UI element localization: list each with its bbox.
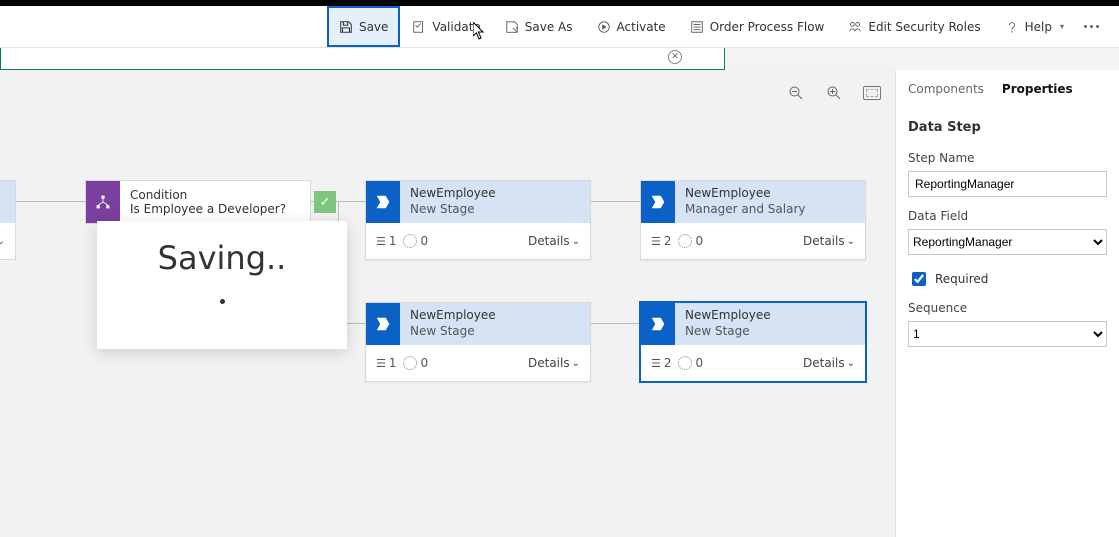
sequence-label: Sequence <box>908 301 1107 315</box>
stage-name: New Stage <box>410 324 580 340</box>
panel-tabs: Components Properties <box>908 78 1107 100</box>
activate-button[interactable]: Activate <box>585 6 678 47</box>
save-icon <box>339 20 353 34</box>
condition-card[interactable]: Condition Is Employee a Developer? <box>85 180 311 224</box>
stage-card-new-stage-1[interactable]: NewEmployee New Stage ☰ 1 0 Details ⌄ <box>365 180 591 260</box>
flow-canvas[interactable]: n ils ⌄ Condition Is Employee a Develope… <box>0 70 895 537</box>
pending-count: 0 <box>696 356 704 370</box>
save-label: Save <box>359 20 388 34</box>
order-process-flow-button[interactable]: Order Process Flow <box>678 6 837 47</box>
order-icon <box>690 20 704 34</box>
notification-close-button[interactable]: ✕ <box>668 50 682 64</box>
connector <box>591 201 640 202</box>
activate-label: Activate <box>617 20 666 34</box>
stage-card-manager-salary[interactable]: NewEmployee Manager and Salary ☰ 2 0 Deta… <box>640 180 866 260</box>
details-toggle[interactable]: Details ⌄ <box>803 234 855 248</box>
zoom-out-button[interactable] <box>787 84 805 102</box>
details-toggle[interactable]: Details ⌄ <box>528 356 580 370</box>
pending-icon <box>678 356 692 370</box>
validate-label: Validate <box>432 20 480 34</box>
command-bar: Save Validate Save As Activate Order Pro… <box>0 6 1119 48</box>
save-as-button[interactable]: Save As <box>493 6 585 47</box>
stage-entity: NewEmployee <box>410 186 580 202</box>
stage-entity: NewEmployee <box>685 308 855 324</box>
condition-label: Condition <box>130 188 300 202</box>
steps-icon: ☰ <box>376 235 385 248</box>
stage-card-partial[interactable]: n ils ⌄ <box>0 180 16 260</box>
stage-chevron-icon <box>366 303 400 345</box>
save-button[interactable]: Save <box>327 6 400 47</box>
validate-button[interactable]: Validate <box>400 6 492 47</box>
step-name-input[interactable] <box>908 171 1107 197</box>
fit-to-screen-button[interactable] <box>863 84 881 102</box>
chevron-down-icon: ⌄ <box>572 236 580 247</box>
fit-icon <box>863 86 881 100</box>
tab-components[interactable]: Components <box>908 78 984 100</box>
help-label: Help <box>1025 20 1052 34</box>
step-count: 2 <box>664 234 672 248</box>
pending-icon <box>403 356 417 370</box>
tab-properties[interactable]: Properties <box>1002 78 1073 100</box>
save-as-icon <box>505 20 519 34</box>
notification-bar: ✕ <box>0 48 725 70</box>
stage-chevron-icon <box>641 181 675 223</box>
chevron-down-icon: ⌄ <box>572 358 580 369</box>
pending-count: 0 <box>696 234 704 248</box>
step-count: 2 <box>664 356 672 370</box>
pending-count: 0 <box>421 234 429 248</box>
security-label: Edit Security Roles <box>868 20 980 34</box>
required-label: Required <box>935 272 988 286</box>
step-count: 1 <box>389 356 397 370</box>
data-field-label: Data Field <box>908 209 1107 223</box>
stage-entity: NewEmployee <box>410 308 580 324</box>
steps-icon: ☰ <box>376 357 385 370</box>
save-as-label: Save As <box>525 20 573 34</box>
pending-icon <box>678 234 692 248</box>
spinner-dot-icon <box>220 299 225 304</box>
details-toggle[interactable]: Details ⌄ <box>528 234 580 248</box>
connector <box>16 201 85 202</box>
saving-overlay: Saving.. <box>97 221 347 349</box>
more-commands-button[interactable] <box>1076 6 1107 47</box>
help-icon <box>1005 20 1019 34</box>
order-label: Order Process Flow <box>710 20 825 34</box>
condition-icon <box>86 181 120 223</box>
properties-panel: Components Properties Data Step Step Nam… <box>895 70 1119 537</box>
stage-chevron-icon <box>366 181 400 223</box>
steps-icon: ☰ <box>651 235 660 248</box>
steps-icon: ☰ <box>651 357 660 370</box>
step-name-label: Step Name <box>908 151 1107 165</box>
stage-name: New Stage <box>685 324 855 340</box>
sequence-select[interactable]: 1 <box>908 321 1107 347</box>
zoom-controls <box>787 84 881 102</box>
stage-chevron-icon <box>641 303 675 345</box>
chevron-down-icon: ⌄ <box>847 236 855 247</box>
chevron-down-icon: ▾ <box>1060 22 1064 31</box>
step-count: 1 <box>389 234 397 248</box>
validate-icon <box>412 20 426 34</box>
chevron-down-icon: ⌄ <box>0 236 5 247</box>
connector <box>591 323 640 324</box>
stage-name: Manager and Salary <box>685 202 855 218</box>
required-checkbox[interactable] <box>912 272 926 286</box>
help-button[interactable]: Help ▾ <box>993 6 1076 47</box>
pending-count: 0 <box>421 356 429 370</box>
section-title: Data Step <box>908 120 1107 135</box>
data-field-select[interactable]: ReportingManager <box>908 229 1107 255</box>
edit-security-roles-button[interactable]: Edit Security Roles <box>836 6 992 47</box>
security-icon <box>848 20 862 34</box>
stage-name: New Stage <box>410 202 580 218</box>
condition-question: Is Employee a Developer? <box>130 202 300 216</box>
stage-entity: NewEmployee <box>685 186 855 202</box>
saving-text: Saving.. <box>158 239 287 277</box>
activate-icon <box>597 20 611 34</box>
stage-card-new-stage-4[interactable]: NewEmployee New Stage ☰ 2 0 Details ⌄ <box>640 302 866 382</box>
chevron-down-icon: ⌄ <box>847 358 855 369</box>
zoom-in-button[interactable] <box>825 84 843 102</box>
condition-true-badge: ✓ <box>314 191 336 213</box>
pending-icon <box>403 234 417 248</box>
stage-card-new-stage-3[interactable]: NewEmployee New Stage ☰ 1 0 Details ⌄ <box>365 302 591 382</box>
details-toggle[interactable]: Details ⌄ <box>803 356 855 370</box>
